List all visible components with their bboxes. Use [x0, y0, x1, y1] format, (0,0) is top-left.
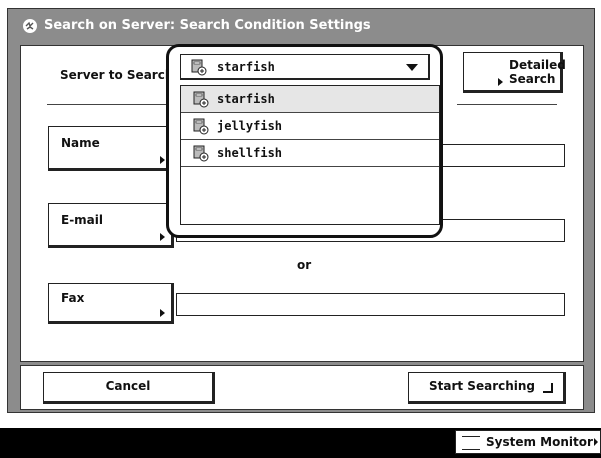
server-select-value: starfish [217, 60, 275, 74]
cancel-button[interactable]: Cancel [43, 372, 215, 404]
monitor-icon [462, 436, 480, 450]
name-button-label: Name [61, 136, 100, 150]
chevron-right-icon [498, 78, 503, 86]
fax-button-label: Fax [61, 291, 85, 305]
start-searching-button[interactable]: Start Searching [408, 372, 566, 404]
server-option-label: shellfish [217, 146, 283, 160]
server-options-list: starfish jellyfish shellfish [180, 85, 440, 225]
fax-field[interactable] [176, 293, 565, 316]
detailed-search-label-2: Search [509, 72, 556, 86]
server-option[interactable]: shellfish [181, 140, 439, 167]
enter-icon [543, 383, 553, 393]
chevron-right-icon [594, 438, 598, 446]
server-icon [193, 91, 209, 108]
dialog-title: Search on Server: Search Condition Setti… [44, 18, 371, 33]
server-dropdown: starfish starfish jellyfish shellfish [166, 44, 443, 238]
server-icon [193, 145, 209, 162]
system-monitor-button[interactable]: System Monitor [455, 430, 601, 454]
fax-button[interactable]: Fax [48, 283, 174, 324]
divider [457, 104, 557, 105]
server-option[interactable]: starfish [181, 86, 439, 113]
detailed-search-label-1: Detailed [509, 58, 566, 72]
email-button[interactable]: E-mail [48, 203, 174, 248]
server-to-search-label: Server to Search [60, 68, 174, 82]
chevron-right-icon [160, 233, 165, 241]
email-button-label: E-mail [61, 213, 104, 227]
server-icon [191, 59, 207, 76]
title-bar: Search on Server: Search Condition Setti… [10, 11, 592, 41]
name-button[interactable]: Name [48, 126, 174, 171]
server-icon [193, 118, 209, 135]
chevron-down-icon [406, 64, 418, 71]
detailed-search-button[interactable]: Detailed Search [463, 52, 566, 93]
server-option-label: jellyfish [217, 119, 283, 133]
chevron-right-icon [160, 309, 165, 317]
server-option-label: starfish [217, 92, 275, 106]
or-label: or [297, 258, 312, 272]
server-select[interactable]: starfish [180, 54, 430, 80]
cancel-button-label: Cancel [105, 379, 151, 393]
system-monitor-label: System Monitor [486, 435, 593, 449]
start-searching-label: Start Searching [429, 379, 536, 393]
divider [47, 104, 177, 105]
chevron-right-icon [160, 156, 165, 164]
server-option[interactable]: jellyfish [181, 113, 439, 140]
action-bar: Cancel Start Searching [20, 365, 584, 410]
search-globe-icon [23, 19, 37, 33]
